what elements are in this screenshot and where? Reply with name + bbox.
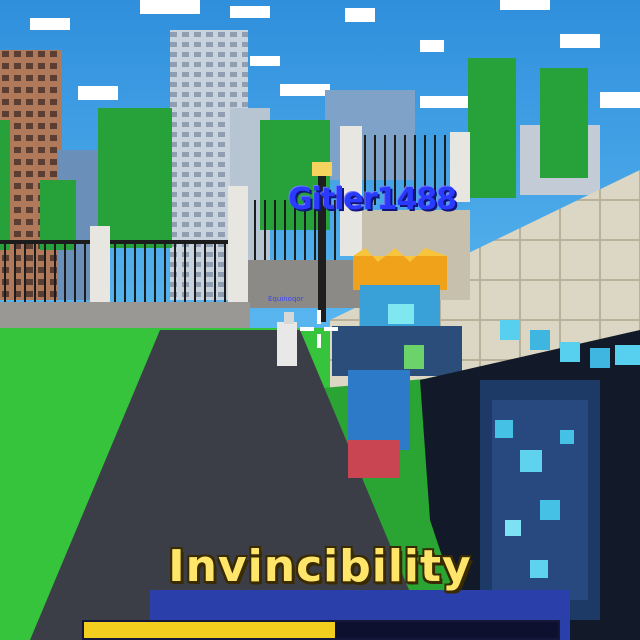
- enemy-name-tag: Gitler1488: [288, 182, 457, 217]
- crosshair-icon: [300, 310, 338, 348]
- powerup-progress-bar: [82, 620, 560, 640]
- powerup-label: Invincibility: [168, 541, 472, 592]
- distant-player-name-tag: Equinoqor: [268, 295, 304, 303]
- powerup-progress-fill: [84, 622, 336, 638]
- low-wall: [0, 302, 250, 328]
